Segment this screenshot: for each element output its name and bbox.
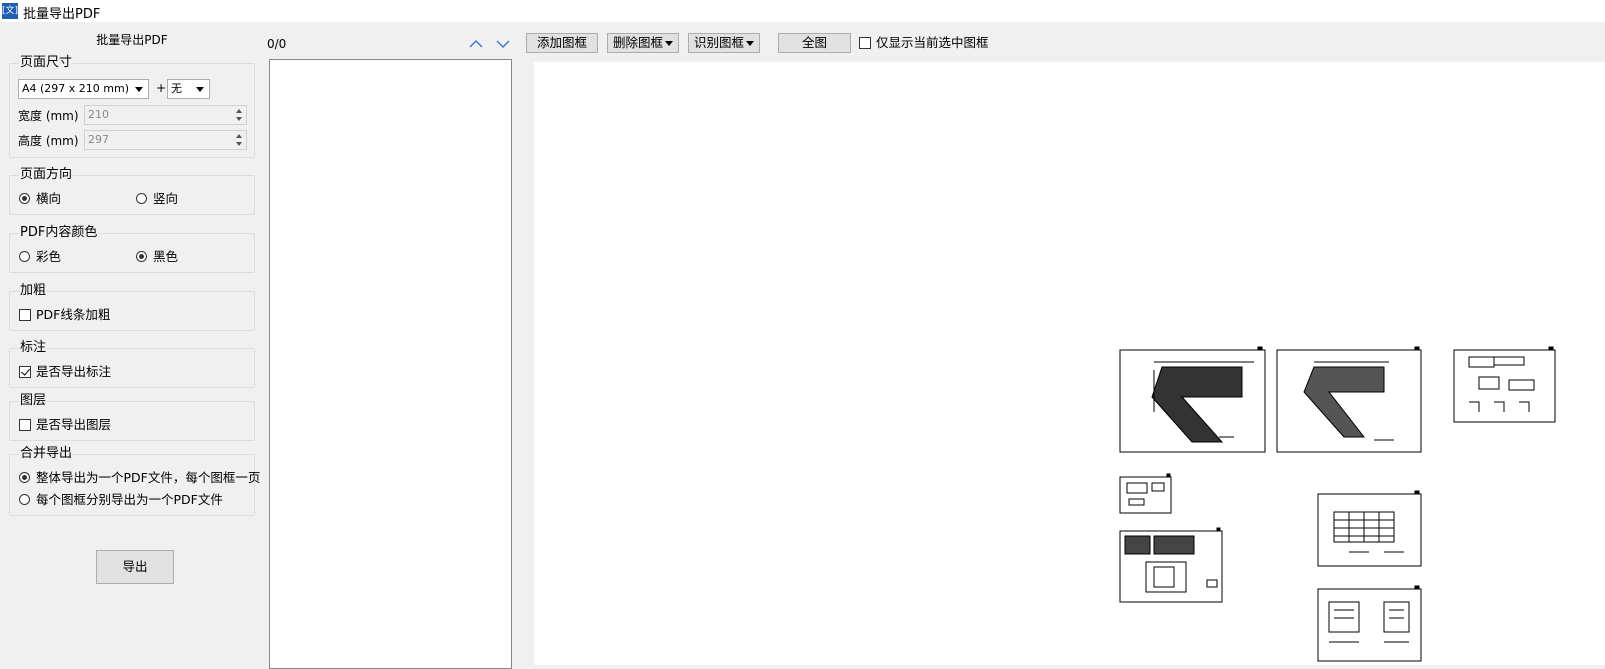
radio-unselected-icon	[19, 251, 30, 262]
bold-group: 加粗 PDF线条加粗	[9, 283, 255, 331]
spin-up-icon[interactable]	[233, 131, 246, 140]
export-button[interactable]: 导出	[96, 550, 174, 584]
chevron-up-icon[interactable]	[469, 39, 483, 49]
checkbox-unchecked-icon	[19, 309, 31, 321]
cad-frame-4[interactable]	[1119, 473, 1172, 514]
height-spinbox[interactable]: 297	[84, 130, 247, 150]
page-size-value: A4 (297 x 210 mm)	[22, 82, 130, 95]
spin-down-icon[interactable]	[233, 115, 246, 124]
dropdown-arrow-icon	[135, 87, 143, 92]
page-size-legend: 页面尺寸	[19, 55, 74, 71]
layers-group: 图层 是否导出图层	[9, 393, 255, 441]
detect-frame-label: 识别图框	[694, 35, 745, 50]
spin-down-icon[interactable]	[233, 140, 246, 149]
frame-list[interactable]	[269, 59, 512, 669]
page-size-group: 页面尺寸 A4 (297 x 210 mm) + 无 宽度 (mm) 210 高…	[9, 55, 255, 158]
bold-legend: 加粗	[19, 283, 48, 299]
annotation-legend: 标注	[19, 340, 48, 356]
radio-selected-icon	[19, 472, 30, 483]
width-spinbox[interactable]: 210	[84, 105, 247, 125]
cad-frame-2[interactable]	[1276, 346, 1422, 453]
width-value: 210	[88, 108, 109, 121]
radio-unselected-icon	[19, 494, 30, 505]
show-selected-only-label: 仅显示当前选中图框	[876, 35, 989, 50]
spin-up-icon[interactable]	[233, 106, 246, 115]
drawing-canvas[interactable]	[534, 62, 1605, 665]
checkbox-unchecked-icon	[859, 37, 871, 49]
cad-frame-7[interactable]	[1317, 585, 1422, 662]
cad-drawing	[1119, 346, 1556, 662]
black-label: 黑色	[153, 249, 179, 264]
annotation-group: 标注 是否导出标注	[9, 340, 255, 388]
merge-export-group: 合并导出 整体导出为一个PDF文件，每个图框一页 每个图框分别导出为一个PDF文…	[9, 446, 260, 516]
pdf-color-legend: PDF内容颜色	[19, 225, 99, 241]
detect-frame-button[interactable]: 识别图框	[688, 33, 760, 53]
panel-title: 批量导出PDF	[96, 33, 168, 47]
full-view-button[interactable]: 全图	[778, 33, 851, 53]
color-label: 彩色	[36, 249, 62, 264]
merge-separate-files-label: 每个图框分别导出为一个PDF文件	[36, 492, 223, 507]
frame-counter: 0/0	[267, 37, 287, 51]
add-frame-button[interactable]: 添加图框	[526, 33, 598, 53]
app-icon: [文]	[2, 3, 18, 19]
checkbox-unchecked-icon	[19, 419, 31, 431]
portrait-label: 竖向	[153, 191, 179, 206]
dropdown-arrow-icon	[196, 87, 204, 92]
chevron-down-icon[interactable]	[496, 39, 510, 49]
merge-export-legend: 合并导出	[19, 446, 74, 462]
radio-unselected-icon	[136, 193, 147, 204]
frame-list-panel: 0/0	[264, 22, 514, 669]
cad-frame-1[interactable]	[1119, 346, 1266, 453]
delete-frame-label: 删除图框	[613, 35, 664, 50]
pdf-color-group: PDF内容颜色 彩色 黑色	[9, 225, 255, 273]
dropdown-arrow-icon	[746, 41, 754, 46]
bold-lines-label: PDF线条加粗	[36, 307, 111, 322]
layers-legend: 图层	[19, 393, 48, 409]
cad-frame-3[interactable]	[1453, 346, 1556, 423]
width-label: 宽度 (mm)	[18, 109, 79, 123]
export-layers-label: 是否导出图层	[36, 417, 112, 432]
plus-label: +	[156, 81, 167, 95]
cad-frame-6[interactable]	[1317, 490, 1422, 567]
delete-frame-button[interactable]: 删除图框	[607, 33, 679, 53]
orientation-legend: 页面方向	[19, 167, 74, 183]
page-extra-select[interactable]: 无	[167, 79, 210, 99]
radio-selected-icon	[136, 251, 147, 262]
window-title: 批量导出PDF	[23, 7, 101, 22]
settings-panel: 批量导出PDF 页面尺寸 A4 (297 x 210 mm) + 无 宽度 (m…	[0, 22, 264, 665]
merge-single-file-label: 整体导出为一个PDF文件，每个图框一页	[36, 470, 261, 485]
height-label: 高度 (mm)	[18, 134, 79, 148]
title-bar: [文] 批量导出PDF	[0, 0, 1605, 22]
export-annotation-label: 是否导出标注	[36, 364, 112, 379]
cad-frame-5[interactable]	[1119, 527, 1223, 603]
checkbox-checked-icon	[19, 366, 31, 378]
orientation-group: 页面方向 横向 竖向	[9, 167, 255, 215]
page-size-select[interactable]: A4 (297 x 210 mm)	[18, 79, 149, 99]
landscape-label: 横向	[36, 191, 62, 206]
radio-selected-icon	[19, 193, 30, 204]
height-value: 297	[88, 133, 109, 146]
dropdown-arrow-icon	[665, 41, 673, 46]
page-extra-value: 无	[171, 82, 182, 95]
